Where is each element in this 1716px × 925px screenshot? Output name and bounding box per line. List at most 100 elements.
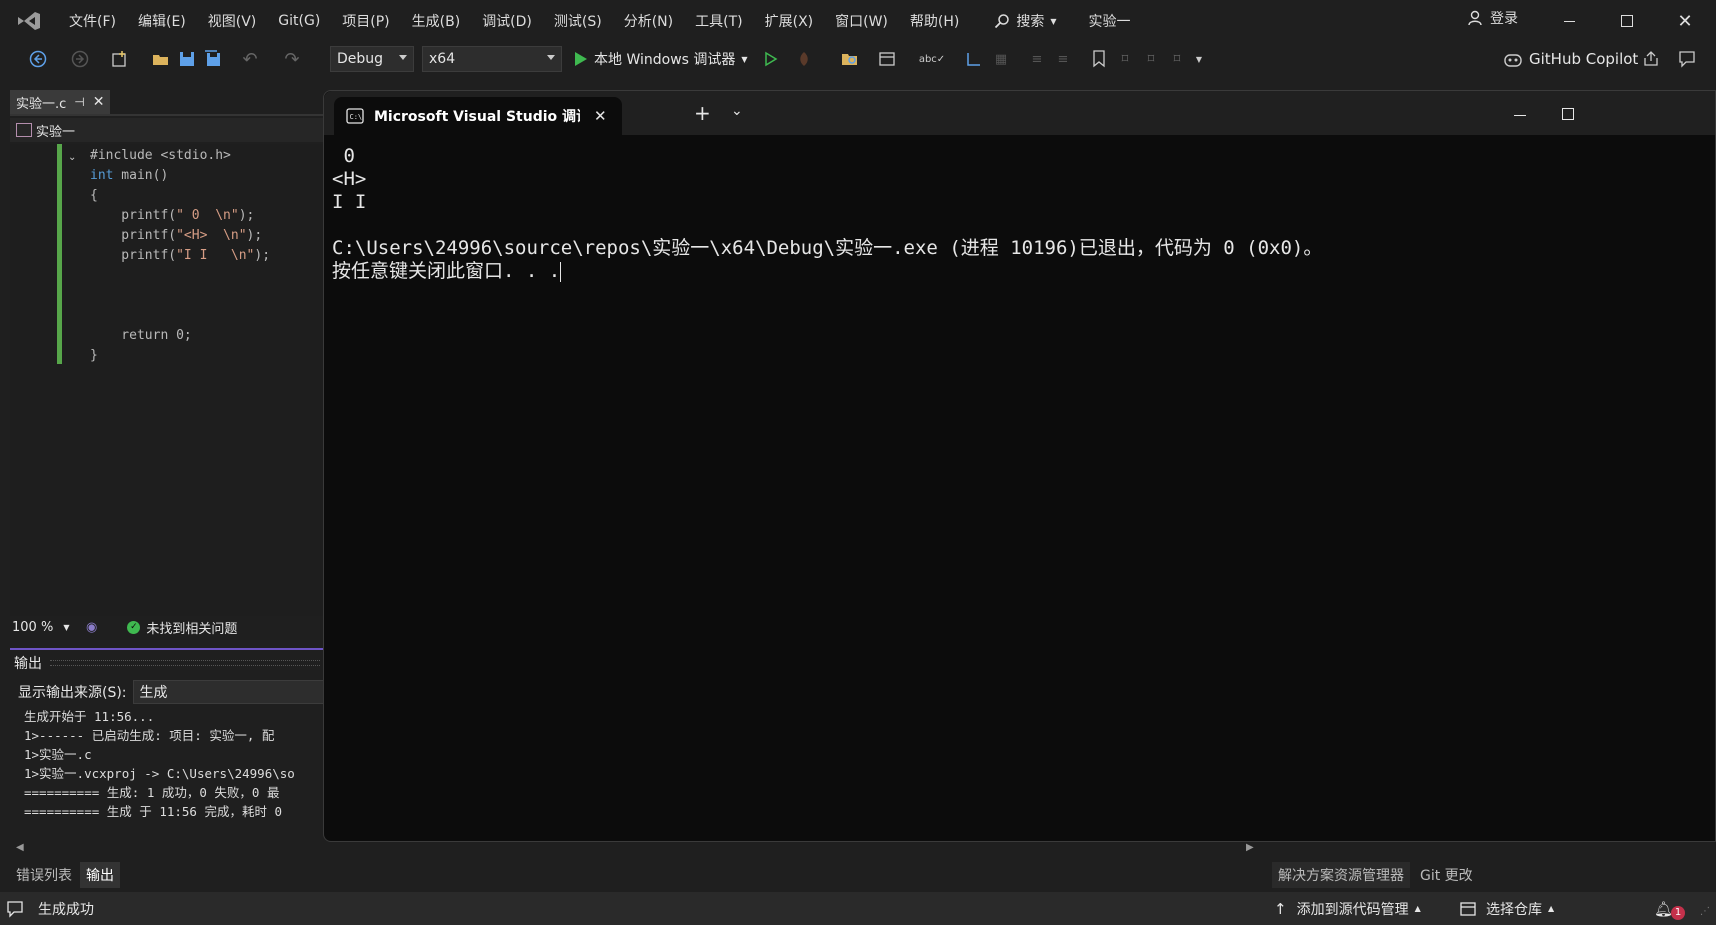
build-status[interactable]: 生成成功 [6, 892, 94, 925]
menu-extensions[interactable]: 扩展(X) [754, 6, 825, 36]
maximize-button[interactable] [1604, 4, 1650, 38]
menu-test[interactable]: 测试(S) [543, 6, 613, 36]
toolbar-overflow-button[interactable]: ▼ [1192, 46, 1206, 72]
back-button[interactable] [26, 46, 50, 72]
intellicode-icon[interactable]: ◉ [86, 620, 97, 635]
zoom-select[interactable]: 100 % ▼ [10, 620, 82, 635]
browse-button[interactable] [838, 46, 862, 72]
horizontal-scrollbar[interactable]: ◀ ▶ [10, 842, 1270, 856]
close-icon[interactable]: ✕ [93, 94, 105, 110]
select-repository-button[interactable]: 选择仓库 ▲ [1460, 892, 1554, 925]
debug-console-window[interactable]: C:\ Microsoft Visual Studio 调试控 ✕ + ⌄ 0<… [323, 90, 1716, 842]
console-output[interactable]: 0 <H> I I C:\Users\24996\source\repos\实验一\x… [332, 145, 1322, 283]
forward-button[interactable] [70, 46, 90, 72]
output-source-select[interactable]: 生成 [132, 680, 324, 704]
login-button[interactable]: 登录 [1468, 8, 1518, 28]
issues-label[interactable]: 未找到相关问题 [146, 618, 237, 637]
next-bookmark-icon: ⌑ [1147, 51, 1155, 67]
menu-window[interactable]: 窗口(W) [824, 6, 899, 36]
output-title: 输出 [14, 656, 42, 672]
step-button[interactable] [962, 46, 986, 72]
layout-button[interactable] [872, 46, 902, 72]
menu-project[interactable]: 项目(P) [331, 6, 400, 36]
minimize-button[interactable] [1546, 4, 1592, 38]
feedback-icon [1679, 51, 1695, 68]
arrow-up-icon: ↑ [1274, 899, 1287, 918]
undo-button[interactable]: ↶ [238, 46, 262, 72]
console-tab[interactable]: C:\ Microsoft Visual Studio 调试控 ✕ [334, 97, 622, 135]
save-all-button[interactable] [202, 46, 224, 72]
share-button[interactable] [1640, 46, 1662, 72]
spell-check-button[interactable]: abc✓ [919, 46, 945, 72]
code-line-return: return 0; [90, 328, 192, 343]
zoom-value: 100 % [12, 619, 54, 635]
console-line: 按任意键关闭此窗口. . . [332, 260, 561, 282]
tab-solution-explorer[interactable]: 解决方案资源管理器 [1272, 862, 1410, 888]
new-project-icon [112, 51, 126, 67]
tab-git-changes[interactable]: Git 更改 [1414, 862, 1479, 888]
comment-button[interactable]: ▦ [990, 46, 1012, 72]
chevron-down-icon: ▼ [1195, 54, 1203, 64]
navigation-bar[interactable]: 实验一 [10, 118, 324, 142]
start-debugging-button[interactable]: 本地 Windows 调试器 ▼ [574, 46, 748, 72]
new-tab-icon[interactable]: + [694, 101, 711, 125]
notifications-button[interactable]: 🔔︎ 1 [1654, 892, 1686, 925]
menu-build[interactable]: 生成(B) [401, 6, 472, 36]
undo-icon: ↶ [242, 48, 258, 70]
collapse-icon[interactable]: ⌄ [68, 152, 76, 163]
scroll-left-icon[interactable]: ◀ [16, 842, 24, 853]
code-editor[interactable]: ⌄ #include <stdio.h> int main() { printf… [10, 144, 324, 616]
check-circle-icon: ✓ [127, 620, 141, 634]
menu-view[interactable]: 视图(V) [197, 6, 268, 36]
feedback-button[interactable] [1676, 46, 1698, 72]
start-without-debugging-button[interactable] [760, 46, 782, 72]
redo-button[interactable]: ↷ [280, 46, 304, 72]
editor-tab[interactable]: 实验一.c ⊣ ✕ [10, 90, 111, 114]
menu-git[interactable]: Git(G) [267, 6, 331, 36]
toolbar: ↶ ↷ Debug x64 本地 Windows 调试器 ▼ abc✓ ▦ ≡ … [0, 42, 1716, 76]
output-text[interactable]: 生成开始于 11:56... 1>------ 已启动生成: 项目: 实验一, 配… [24, 707, 324, 827]
string-literal: " 0 \n" [176, 208, 239, 223]
configuration-select[interactable]: Debug [330, 46, 414, 72]
search-label: 搜索 [1016, 14, 1045, 30]
minimize-icon[interactable] [1514, 115, 1526, 116]
output-source-row: 显示输出来源(S): 生成 [18, 680, 324, 704]
status-bar: 生成成功 ↑ 添加到源代码管理 ▲ 选择仓库 ▲ 🔔︎ 1 ⋰ [0, 892, 1716, 925]
new-project-button[interactable] [108, 46, 130, 72]
code-content[interactable]: #include <stdio.h> int main() { printf("… [90, 146, 270, 366]
prev-bookmark-button[interactable]: ⌑ [1114, 46, 1136, 72]
hot-reload-button[interactable] [790, 46, 818, 72]
search-button[interactable]: 搜索 ▼ [984, 11, 1066, 31]
menu-edit[interactable]: 编辑(E) [127, 6, 197, 36]
menu-tools[interactable]: 工具(T) [684, 6, 753, 36]
clear-bookmarks-button[interactable]: ⌑ [1166, 46, 1188, 72]
menu-file[interactable]: 文件(F) [58, 6, 127, 36]
tab-output[interactable]: 输出 [80, 862, 120, 888]
grip-dots [50, 660, 320, 666]
tab-error-list[interactable]: 错误列表 [10, 862, 78, 888]
indent-button[interactable]: ≡ [1052, 46, 1074, 72]
build-status-label: 生成成功 [38, 901, 94, 918]
outdent-button[interactable]: ≡ [1026, 46, 1048, 72]
resize-grip-icon[interactable]: ⋰ [1700, 906, 1710, 917]
code-line-include: #include <stdio.h> [90, 148, 231, 163]
next-bookmark-button[interactable]: ⌑ [1140, 46, 1162, 72]
line-number-gutter [10, 144, 58, 616]
menu-analyze[interactable]: 分析(N) [613, 6, 684, 36]
bookmark-button[interactable] [1088, 46, 1110, 72]
menu-help[interactable]: 帮助(H) [899, 6, 970, 36]
github-copilot-button[interactable]: GitHub Copilot [1503, 46, 1638, 72]
close-icon[interactable]: ✕ [594, 107, 607, 125]
save-button[interactable] [176, 46, 198, 72]
user-icon [1468, 10, 1482, 26]
scroll-right-icon[interactable]: ▶ [1246, 842, 1254, 853]
pin-icon[interactable]: ⊣ [74, 95, 84, 109]
maximize-icon[interactable] [1562, 108, 1574, 120]
close-button[interactable]: ✕ [1662, 4, 1708, 38]
output-panel-header: 输出 [10, 648, 324, 676]
open-file-button[interactable] [150, 46, 172, 72]
menu-debug[interactable]: 调试(D) [471, 6, 543, 36]
chevron-down-icon[interactable]: ⌄ [731, 103, 743, 119]
add-to-source-control-button[interactable]: ↑ 添加到源代码管理 ▲ [1274, 892, 1421, 925]
platform-select[interactable]: x64 [422, 46, 562, 72]
